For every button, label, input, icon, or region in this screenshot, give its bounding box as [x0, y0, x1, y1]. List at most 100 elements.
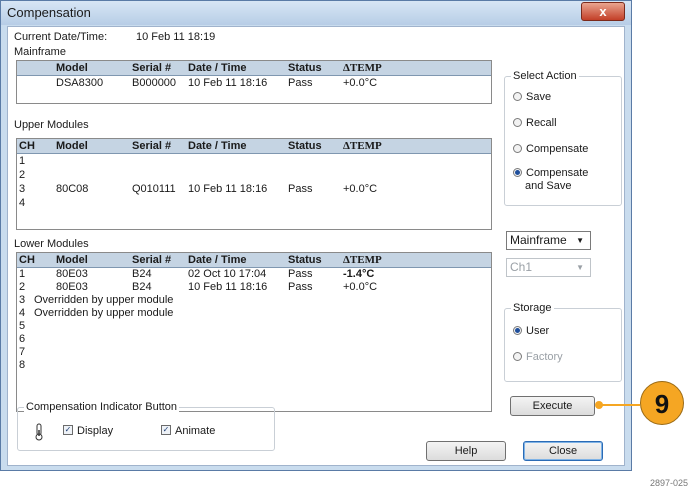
mainframe-table-header: Model Serial # Date / Time Status ΔTEMP: [17, 61, 491, 76]
lower-model-4: Overridden by upper module: [34, 307, 174, 319]
chevron-down-icon: ▼: [576, 236, 584, 245]
lower-model-2: 80E03: [56, 281, 88, 293]
close-button[interactable]: Close: [523, 441, 603, 461]
help-button[interactable]: Help: [426, 441, 506, 461]
upper-ch-3: 3: [19, 183, 26, 195]
radio-recall-label: Recall: [526, 117, 557, 129]
radio-user-label: User: [526, 325, 550, 337]
col-model: Model: [56, 254, 88, 266]
lower-modules-table-header: CH Model Serial # Date / Time Status ΔTE…: [17, 253, 491, 268]
col-serial: Serial #: [132, 254, 172, 266]
compensation-dialog: Compensation x Current Date/Time: 10 Feb…: [0, 0, 632, 471]
col-model: Model: [56, 62, 88, 74]
upper-modules-table: CH Model Serial # Date / Time Status ΔTE…: [16, 138, 492, 230]
indicator-label: Compensation Indicator Button: [24, 401, 180, 413]
lower-ch-5: 5: [19, 320, 26, 332]
radio-compensate[interactable]: Compensate: [513, 143, 588, 155]
upper-model-3: 80C08: [56, 183, 89, 195]
upper-ch-1: 1: [19, 155, 26, 167]
display-checkbox[interactable]: ✓ Display: [63, 425, 113, 437]
lower-datetime-1: 02 Oct 10 17:04: [188, 268, 267, 280]
storage-group: Storage User Factory: [504, 302, 622, 382]
radio-recall[interactable]: Recall: [513, 117, 557, 129]
checkmark-icon: ✓: [63, 425, 73, 436]
figure-id: 2897-025: [649, 478, 688, 488]
animate-checkbox[interactable]: ✓ Animate: [161, 425, 215, 437]
current-datetime-value: 10 Feb 11 18:19: [136, 31, 216, 43]
col-status: Status: [288, 254, 322, 266]
lower-model-1: 80E03: [56, 268, 88, 280]
col-ch: CH: [19, 254, 35, 266]
target-dropdown-value: Mainframe: [510, 233, 567, 247]
col-temp: ΔTEMP: [343, 140, 382, 152]
mainframe-temp: +0.0°C: [343, 77, 378, 89]
lower-serial-2: B24: [132, 281, 152, 293]
lower-modules-section-label: Lower Modules: [14, 238, 89, 250]
dialog-body: Current Date/Time: 10 Feb 11 18:19 Mainf…: [7, 26, 625, 466]
col-serial: Serial #: [132, 62, 172, 74]
col-status: Status: [288, 140, 322, 152]
lower-model-3: Overridden by upper module: [34, 294, 174, 306]
radio-compensate-and-save-indicator: [513, 167, 522, 177]
storage-label: Storage: [511, 302, 554, 314]
mainframe-datetime: 10 Feb 11 18:16: [188, 77, 268, 89]
upper-temp-3: +0.0°C: [343, 183, 378, 195]
radio-factory[interactable]: Factory: [513, 351, 563, 363]
radio-recall-indicator: [513, 117, 522, 127]
upper-ch-2: 2: [19, 169, 26, 181]
radio-factory-indicator: [513, 351, 522, 361]
current-datetime-label: Current Date/Time:: [14, 31, 108, 43]
col-datetime: Date / Time: [188, 62, 247, 74]
lower-status-1: Pass: [288, 268, 313, 280]
upper-modules-table-header: CH Model Serial # Date / Time Status ΔTE…: [17, 139, 491, 154]
upper-serial-3: Q010111: [132, 183, 176, 195]
radio-user-indicator: [513, 325, 522, 335]
animate-checkbox-label: Animate: [175, 425, 216, 437]
title-bar: Compensation x: [1, 1, 631, 25]
callout-number: 9: [640, 381, 684, 425]
upper-modules-section-label: Upper Modules: [14, 119, 89, 131]
mainframe-serial: B000000: [132, 77, 177, 89]
col-datetime: Date / Time: [188, 140, 247, 152]
lower-ch-7: 7: [19, 346, 26, 358]
window-close-button[interactable]: x: [581, 2, 625, 21]
col-temp: ΔTEMP: [343, 254, 382, 266]
chevron-down-icon: ▼: [576, 263, 584, 272]
radio-compensate-and-save-label-line1: Compensate: [526, 167, 589, 179]
lower-ch-8: 8: [19, 359, 26, 371]
callout-leader-line: [598, 404, 640, 406]
lower-ch-6: 6: [19, 333, 26, 345]
radio-user[interactable]: User: [513, 325, 549, 337]
lower-serial-1: B24: [132, 268, 152, 280]
select-action-label: Select Action: [511, 70, 579, 82]
col-datetime: Date / Time: [188, 254, 247, 266]
radio-factory-label: Factory: [526, 351, 563, 363]
target-dropdown[interactable]: Mainframe ▼: [506, 231, 591, 250]
mainframe-status: Pass: [288, 77, 313, 89]
lower-modules-table: CH Model Serial # Date / Time Status ΔTE…: [16, 252, 492, 412]
radio-save-label: Save: [526, 91, 552, 103]
radio-compensate-and-save-label-line2: and Save: [525, 180, 572, 192]
col-status: Status: [288, 62, 322, 74]
execute-button[interactable]: Execute: [510, 396, 595, 416]
radio-compensate-indicator: [513, 143, 522, 153]
window-title: Compensation: [7, 5, 91, 20]
col-model: Model: [56, 140, 88, 152]
mainframe-model: DSA8300: [56, 77, 104, 89]
radio-save[interactable]: Save: [513, 91, 551, 103]
lower-status-2: Pass: [288, 281, 313, 293]
radio-compensate-and-save[interactable]: Compensate: [513, 167, 588, 179]
indicator-group: Compensation Indicator Button ✓ Display ✓…: [17, 401, 275, 451]
radio-save-indicator: [513, 91, 522, 101]
upper-datetime-3: 10 Feb 11 18:16: [188, 183, 268, 195]
radio-compensate-label: Compensate: [526, 143, 589, 155]
col-serial: Serial #: [132, 140, 172, 152]
col-temp: ΔTEMP: [343, 62, 382, 74]
mainframe-table: Model Serial # Date / Time Status ΔTEMP …: [16, 60, 492, 104]
lower-ch-1: 1: [19, 268, 26, 280]
checkmark-icon: ✓: [161, 425, 171, 436]
channel-dropdown[interactable]: Ch1 ▼: [506, 258, 591, 277]
col-ch: CH: [19, 140, 35, 152]
lower-ch-3: 3: [19, 294, 26, 306]
lower-ch-2: 2: [19, 281, 26, 293]
